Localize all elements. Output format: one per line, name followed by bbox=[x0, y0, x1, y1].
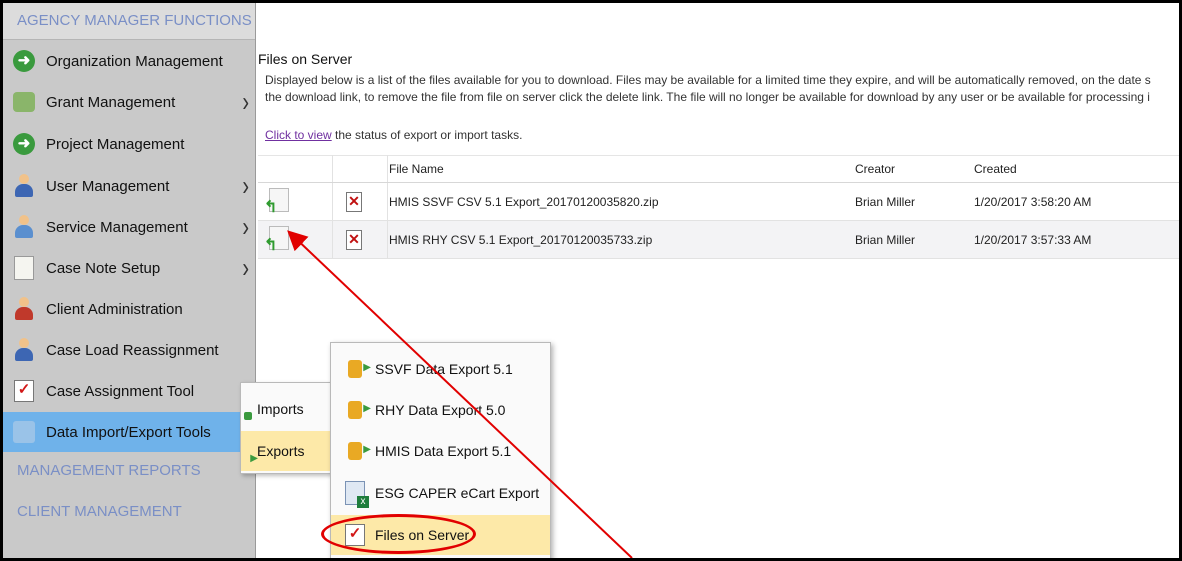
sidebar-item-user-management[interactable]: User Management › bbox=[3, 166, 255, 206]
download-icon[interactable]: ↰ bbox=[264, 188, 289, 216]
creator-cell: Brian Miller bbox=[854, 220, 973, 259]
description-line: the download link, to remove the file fr… bbox=[265, 90, 1150, 104]
page-title: Files on Server bbox=[258, 51, 353, 67]
annotation-ellipse bbox=[321, 514, 476, 554]
sidebar-item-label: Case Load Reassignment bbox=[46, 341, 219, 359]
download-cell: ↰ bbox=[258, 182, 333, 221]
table-header-row: File Name Creator Created bbox=[258, 155, 1179, 183]
chevron-right-icon: › bbox=[242, 253, 249, 285]
sidebar-item-label: Data Import/Export Tools bbox=[46, 423, 211, 441]
sidebar-item-label: Service Management bbox=[46, 218, 188, 236]
files-table: File Name Creator Created ↰ ✕ HMIS SSVF … bbox=[258, 155, 1179, 259]
menu-item-label: Imports bbox=[257, 401, 304, 417]
sidebar-item-label: User Management bbox=[46, 177, 170, 195]
sidebar-item-case-assignment-tool[interactable]: ✓ Case Assignment Tool bbox=[3, 371, 255, 411]
table-row: ↰ ✕ HMIS SSVF CSV 5.1 Export_20170120035… bbox=[258, 182, 1179, 221]
column-header-download bbox=[258, 155, 333, 183]
arrow-circle-icon: ➜ bbox=[12, 132, 36, 156]
file-name-cell: HMIS SSVF CSV 5.1 Export_20170120035820.… bbox=[387, 182, 854, 221]
click-to-view-link[interactable]: Click to view bbox=[265, 128, 332, 142]
service-user-icon bbox=[12, 215, 36, 239]
sidebar-item-case-load-reassignment[interactable]: Case Load Reassignment bbox=[3, 330, 255, 370]
users-icon bbox=[12, 297, 36, 321]
sidebar-item-case-note-setup[interactable]: Case Note Setup › bbox=[3, 248, 255, 288]
delete-icon[interactable]: ✕ bbox=[346, 191, 362, 212]
chevron-right-icon: › bbox=[242, 87, 249, 119]
menu-item-label: RHY Data Export 5.0 bbox=[375, 402, 506, 418]
menu-item-label: ESG CAPER eCart Export bbox=[375, 485, 540, 501]
chevron-right-icon: › bbox=[242, 212, 249, 244]
download-icon[interactable]: ↰ bbox=[264, 226, 289, 254]
download-cell: ↰ bbox=[258, 220, 333, 259]
database-export-icon bbox=[345, 442, 371, 460]
menu-item-label: Exports bbox=[257, 443, 305, 459]
sidebar-item-data-import-export-tools[interactable]: Data Import/Export Tools bbox=[3, 412, 255, 452]
menu-item-hmis-data-export[interactable]: HMIS Data Export 5.1 bbox=[331, 431, 550, 471]
import-export-flyout: Imports Exports bbox=[240, 382, 334, 474]
delete-icon[interactable]: ✕ bbox=[346, 229, 362, 250]
tools-icon bbox=[12, 420, 36, 444]
menu-item-esg-caper-export[interactable]: ESG CAPER eCart Export bbox=[331, 473, 550, 513]
column-header-file-name[interactable]: File Name bbox=[387, 155, 854, 183]
spreadsheet-icon bbox=[345, 481, 369, 508]
sidebar-item-client-administration[interactable]: Client Administration bbox=[3, 289, 255, 329]
checklist-icon: ✓ bbox=[12, 379, 36, 403]
chevron-right-icon: › bbox=[242, 171, 249, 203]
column-header-creator[interactable]: Creator bbox=[854, 155, 973, 183]
sidebar-item-label: Case Assignment Tool bbox=[46, 382, 195, 400]
file-name-cell: HMIS RHY CSV 5.1 Export_20170120035733.z… bbox=[387, 220, 854, 259]
note-icon bbox=[12, 256, 36, 280]
delete-cell: ✕ bbox=[332, 220, 388, 259]
created-cell: 1/20/2017 3:57:33 AM bbox=[973, 220, 1179, 259]
menu-item-exports[interactable]: Exports bbox=[241, 431, 333, 471]
coins-icon bbox=[12, 90, 36, 114]
created-cell: 1/20/2017 3:58:20 AM bbox=[973, 182, 1179, 221]
sidebar-item-label: Grant Management bbox=[46, 93, 176, 111]
arrow-circle-icon: ➜ bbox=[12, 49, 36, 73]
sidebar: AGENCY MANAGER FUNCTIONS ➜ Organization … bbox=[3, 3, 256, 558]
table-row: ↰ ✕ HMIS RHY CSV 5.1 Export_201701200357… bbox=[258, 220, 1179, 259]
creator-cell: Brian Miller bbox=[854, 182, 973, 221]
sidebar-item-project-management[interactable]: ➜ Project Management bbox=[3, 124, 255, 164]
status-link-line: Click to view the status of export or im… bbox=[265, 128, 522, 142]
sidebar-item-service-management[interactable]: Service Management › bbox=[3, 207, 255, 247]
description-line: Displayed below is a list of the files a… bbox=[265, 73, 1151, 87]
sidebar-section-management-reports[interactable]: MANAGEMENT REPORTS bbox=[17, 462, 201, 479]
column-header-delete bbox=[332, 155, 388, 183]
status-link-suffix: the status of export or import tasks. bbox=[331, 128, 523, 142]
sidebar-item-grant-management[interactable]: Grant Management › bbox=[3, 82, 255, 122]
delete-cell: ✕ bbox=[332, 182, 388, 221]
page-description: Displayed below is a list of the files a… bbox=[265, 72, 1151, 106]
user-icon bbox=[12, 338, 36, 362]
sidebar-header[interactable]: AGENCY MANAGER FUNCTIONS bbox=[3, 3, 255, 40]
database-export-icon bbox=[345, 360, 371, 378]
menu-item-rhy-data-export[interactable]: RHY Data Export 5.0 bbox=[331, 390, 550, 430]
sidebar-section-client-management[interactable]: CLIENT MANAGEMENT bbox=[17, 503, 182, 520]
database-export-icon bbox=[345, 401, 371, 419]
menu-item-ssvf-data-export[interactable]: SSVF Data Export 5.1 bbox=[331, 349, 550, 389]
sidebar-item-organization-management[interactable]: ➜ Organization Management bbox=[3, 41, 255, 81]
sidebar-item-label: Case Note Setup bbox=[46, 259, 161, 277]
app-frame: AGENCY MANAGER FUNCTIONS ➜ Organization … bbox=[3, 3, 1179, 558]
menu-item-label: HMIS Data Export 5.1 bbox=[375, 443, 512, 459]
sidebar-item-label: Organization Management bbox=[46, 52, 223, 70]
menu-item-imports[interactable]: Imports bbox=[241, 389, 333, 429]
column-header-created[interactable]: Created bbox=[973, 155, 1179, 183]
menu-item-label: SSVF Data Export 5.1 bbox=[375, 361, 513, 377]
sidebar-item-label: Project Management bbox=[46, 135, 185, 153]
user-icon bbox=[12, 174, 36, 198]
sidebar-item-label: Client Administration bbox=[46, 300, 183, 318]
